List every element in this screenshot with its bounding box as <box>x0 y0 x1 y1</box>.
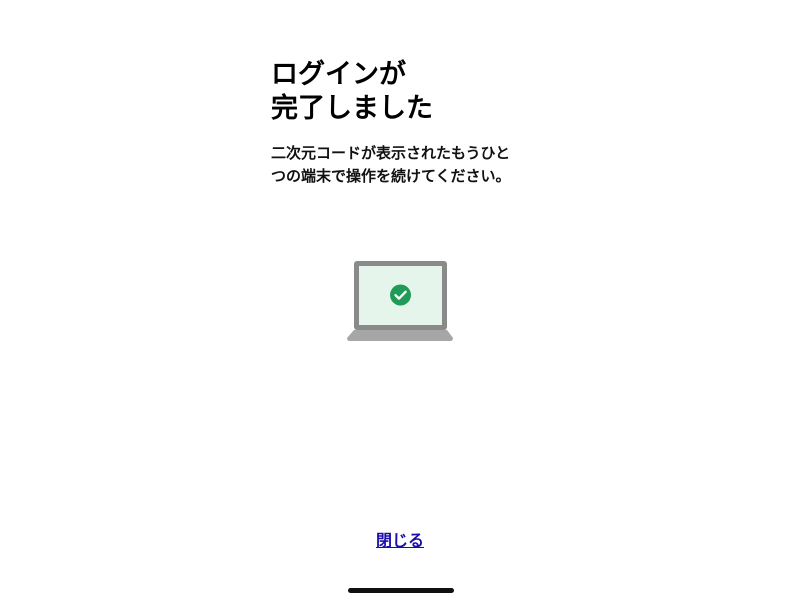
title-line-2: 完了しました <box>271 93 433 124</box>
title-line-1: ログインが <box>271 59 406 90</box>
login-complete-panel: ログインが 完了しました 二次元コードが表示されたもうひと つの端末で操作を続け… <box>271 58 541 188</box>
instruction-line-2: つの端末で操作を続けてください。 <box>271 167 511 185</box>
instruction-line-1: 二次元コードが表示されたもうひと <box>271 144 511 162</box>
close-link-container: 閉じる <box>0 530 800 552</box>
close-link[interactable]: 閉じる <box>376 531 424 550</box>
page-title: ログインが 完了しました <box>271 58 541 126</box>
laptop-check-illustration <box>346 261 454 343</box>
laptop-check-icon <box>347 261 453 341</box>
home-indicator[interactable] <box>348 588 454 593</box>
instruction-text: 二次元コードが表示されたもうひと つの端末で操作を続けてください。 <box>271 142 541 188</box>
